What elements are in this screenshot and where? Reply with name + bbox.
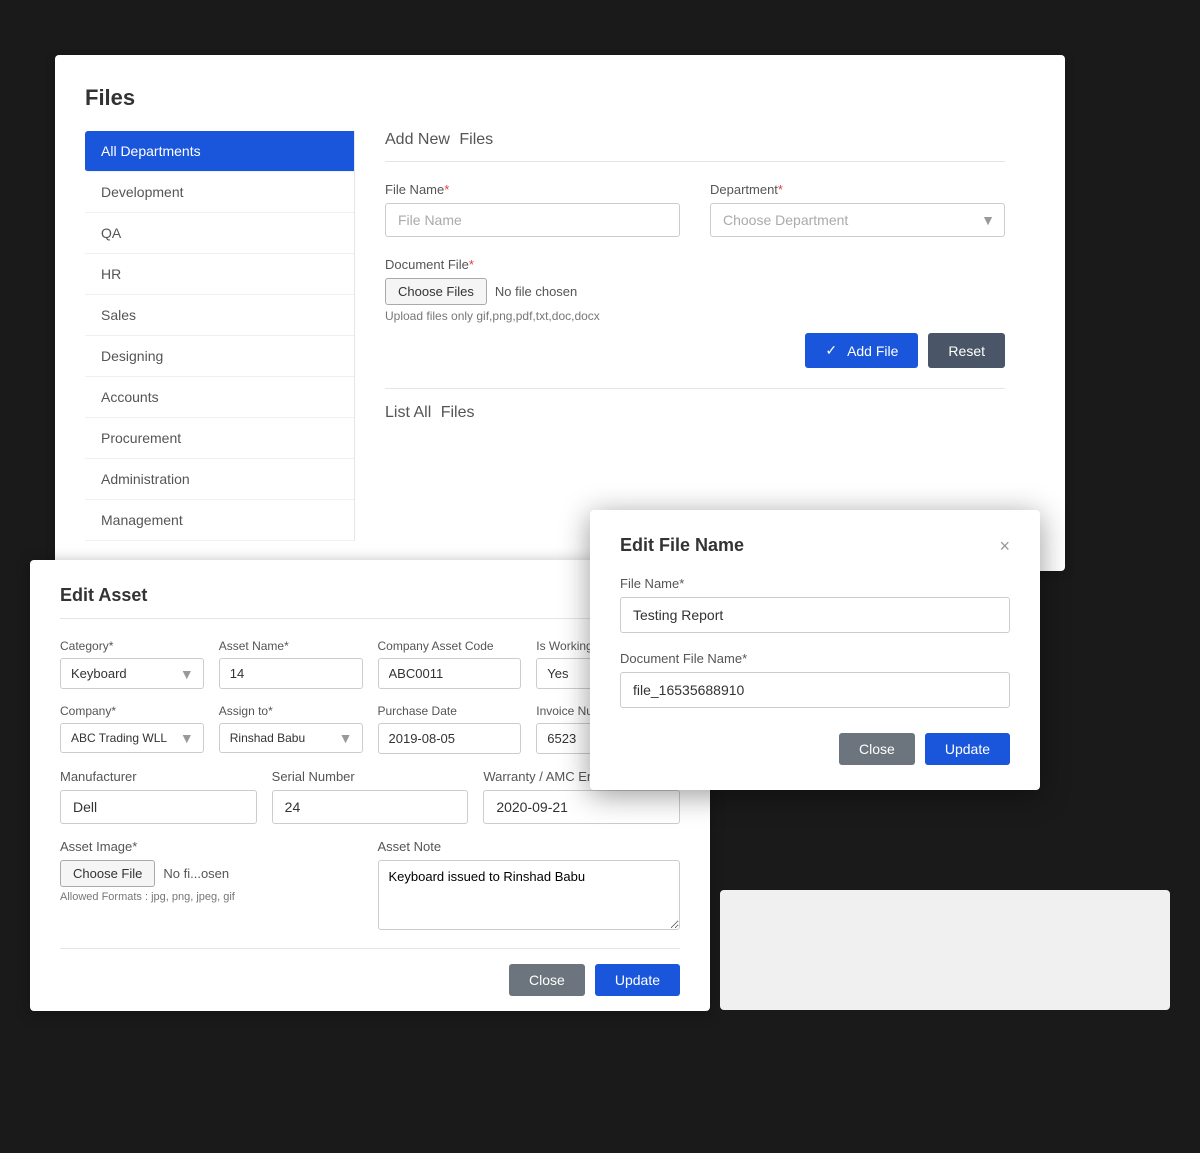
warranty-input[interactable] xyxy=(483,790,680,824)
asset-image-file-wrapper: Choose File No fi...osen xyxy=(60,860,363,887)
choose-file-button[interactable]: Choose File xyxy=(60,860,155,887)
modal-filename-label: File Name* xyxy=(620,576,1010,591)
sidebar-item-designing[interactable]: Designing xyxy=(85,336,354,377)
gray-placeholder-box xyxy=(720,890,1170,1010)
no-file-chosen-text: No file chosen xyxy=(495,284,577,299)
asset-close-button[interactable]: Close xyxy=(509,964,585,996)
sidebar-item-all-departments[interactable]: All Departments xyxy=(85,131,354,172)
company-group: Company* ABC Trading WLL ▼ xyxy=(60,704,204,754)
modal-close-btn[interactable]: Close xyxy=(839,733,915,765)
modal-actions: Close Update xyxy=(620,733,1010,765)
department-select-wrapper: Choose Department ▼ xyxy=(710,203,1005,237)
file-input-wrapper: Choose Files No file chosen xyxy=(385,278,1005,305)
assign-to-label: Assign to* xyxy=(219,704,363,718)
asset-no-file-text: No fi...osen xyxy=(163,866,229,881)
asset-image-group: Asset Image* Choose File No fi...osen Al… xyxy=(60,839,363,933)
serial-number-group: Serial Number xyxy=(272,769,469,824)
asset-row-2: Company* ABC Trading WLL ▼ Assign to* Ri… xyxy=(60,704,680,754)
edit-filename-modal: Edit File Name × File Name* Document Fil… xyxy=(590,510,1040,790)
category-select[interactable]: Keyboard xyxy=(60,658,204,689)
choose-files-button[interactable]: Choose Files xyxy=(385,278,487,305)
reset-button[interactable]: Reset xyxy=(928,333,1005,368)
asset-update-button[interactable]: Update xyxy=(595,964,680,996)
department-select[interactable]: Choose Department xyxy=(710,203,1005,237)
purchase-date-group: Purchase Date xyxy=(378,704,522,754)
department-label: Department* xyxy=(710,182,1005,197)
document-file-group: Document File* Choose Files No file chos… xyxy=(385,257,1005,323)
manufacturer-input[interactable] xyxy=(60,790,257,824)
manufacturer-group: Manufacturer xyxy=(60,769,257,824)
asset-name-input[interactable] xyxy=(219,658,363,689)
add-file-button[interactable]: ✓ Add File xyxy=(805,333,918,368)
company-asset-code-label: Company Asset Code xyxy=(378,639,522,653)
modal-doc-filename-input[interactable] xyxy=(620,672,1010,708)
sidebar-item-accounts[interactable]: Accounts xyxy=(85,377,354,418)
modal-doc-filename-group: Document File Name* xyxy=(620,651,1010,708)
category-label: Category* xyxy=(60,639,204,653)
purchase-date-label: Purchase Date xyxy=(378,704,522,718)
modal-doc-filename-label: Document File Name* xyxy=(620,651,1010,666)
modal-title: Edit File Name xyxy=(620,535,744,556)
main-content: Add New Files File Name* Department* xyxy=(355,131,1035,541)
sidebar: All Departments Development QA HR Sales … xyxy=(85,131,355,541)
sidebar-item-sales[interactable]: Sales xyxy=(85,295,354,336)
check-icon: ✓ xyxy=(825,342,837,359)
company-asset-code-input[interactable] xyxy=(378,658,522,689)
company-asset-code-group: Company Asset Code xyxy=(378,639,522,689)
company-select-wrapper: ABC Trading WLL ▼ xyxy=(60,723,204,753)
filename-input[interactable] xyxy=(385,203,680,237)
sidebar-item-qa[interactable]: QA xyxy=(85,213,354,254)
asset-row-3: Manufacturer Serial Number Warranty / AM… xyxy=(60,769,680,824)
department-group: Department* Choose Department ▼ xyxy=(710,182,1005,237)
allowed-formats-text: Allowed Formats : jpg, png, jpeg, gif xyxy=(60,891,363,903)
document-file-label: Document File* xyxy=(385,257,1005,272)
sidebar-item-management[interactable]: Management xyxy=(85,500,354,541)
edit-asset-title: Edit Asset xyxy=(60,585,680,619)
asset-name-label: Asset Name* xyxy=(219,639,363,653)
modal-close-button[interactable]: × xyxy=(999,537,1010,555)
files-panel: Files All Departments Development QA HR … xyxy=(55,55,1065,571)
filename-label: File Name* xyxy=(385,182,680,197)
modal-header: Edit File Name × xyxy=(620,535,1010,556)
sidebar-item-hr[interactable]: HR xyxy=(85,254,354,295)
manufacturer-label: Manufacturer xyxy=(60,769,257,784)
asset-row-4: Asset Image* Choose File No fi...osen Al… xyxy=(60,839,680,933)
asset-actions: Close Update xyxy=(60,948,680,1011)
add-new-title: Add New Files xyxy=(385,131,1005,162)
assign-to-group: Assign to* Rinshad Babu ▼ xyxy=(219,704,363,754)
purchase-date-input[interactable] xyxy=(378,723,522,754)
modal-filename-group: File Name* xyxy=(620,576,1010,633)
sidebar-item-procurement[interactable]: Procurement xyxy=(85,418,354,459)
filename-department-row: File Name* Department* Choose Department… xyxy=(385,182,1005,237)
asset-name-group: Asset Name* xyxy=(219,639,363,689)
modal-update-btn[interactable]: Update xyxy=(925,733,1010,765)
asset-note-textarea[interactable]: Keyboard issued to Rinshad Babu xyxy=(378,860,681,930)
list-all-title: List All Files xyxy=(385,388,1005,422)
assign-to-select[interactable]: Rinshad Babu xyxy=(219,723,363,753)
asset-row-1: Category* Keyboard ▼ Asset Name* Company… xyxy=(60,639,680,689)
asset-note-group: Asset Note Keyboard issued to Rinshad Ba… xyxy=(378,839,681,933)
filename-group: File Name* xyxy=(385,182,680,237)
serial-number-input[interactable] xyxy=(272,790,469,824)
company-label: Company* xyxy=(60,704,204,718)
form-actions: ✓ Add File Reset xyxy=(385,333,1005,368)
files-panel-title: Files xyxy=(85,85,1035,111)
category-select-wrapper: Keyboard ▼ xyxy=(60,658,204,689)
modal-filename-input[interactable] xyxy=(620,597,1010,633)
company-select[interactable]: ABC Trading WLL xyxy=(60,723,204,753)
asset-image-label: Asset Image* xyxy=(60,839,363,854)
category-group: Category* Keyboard ▼ xyxy=(60,639,204,689)
sidebar-item-development[interactable]: Development xyxy=(85,172,354,213)
upload-hint: Upload files only gif,png,pdf,txt,doc,do… xyxy=(385,309,1005,323)
assign-to-select-wrapper: Rinshad Babu ▼ xyxy=(219,723,363,753)
serial-number-label: Serial Number xyxy=(272,769,469,784)
sidebar-item-administration[interactable]: Administration xyxy=(85,459,354,500)
asset-note-label: Asset Note xyxy=(378,839,681,854)
